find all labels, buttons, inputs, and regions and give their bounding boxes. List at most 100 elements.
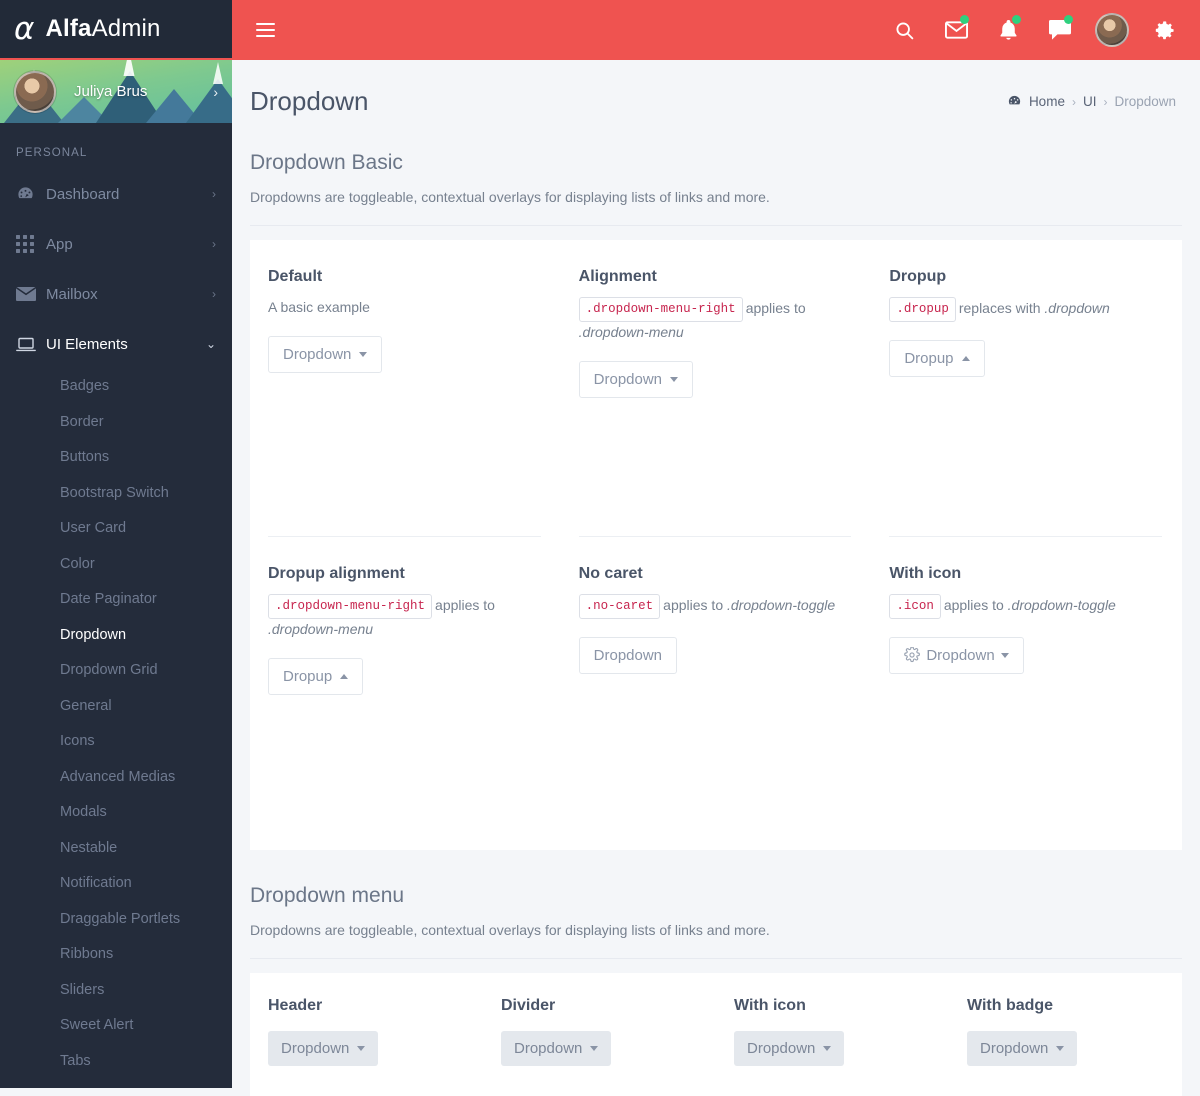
dropdown-basic-card: Default A basic example Dropdown Alignme…	[250, 240, 1182, 850]
alpha-logo-icon: α	[14, 14, 34, 45]
brand-logo[interactable]: α AlfaAdmin	[0, 0, 232, 60]
sidebar-item-dropdown[interactable]: Dropdown	[0, 618, 232, 654]
sidebar-item-bootstrap-switch[interactable]: Bootstrap Switch	[0, 476, 232, 512]
button-label: Dropdown	[926, 647, 994, 664]
sidebar-item-app[interactable]: App ›	[0, 219, 232, 269]
brand-name: AlfaAdmin	[45, 15, 160, 43]
bell-icon[interactable]	[982, 0, 1034, 60]
search-icon[interactable]	[878, 0, 930, 60]
button-label: Dropup	[283, 668, 332, 685]
example-alignment: Alignment .dropdown-menu-rightapplies to…	[561, 240, 872, 398]
dashboard-icon	[16, 185, 46, 204]
breadcrumb-current: Dropdown	[1114, 94, 1176, 109]
dropdown-toggle-no-caret[interactable]: Dropdown	[579, 637, 677, 674]
example-title: With icon	[889, 565, 1162, 583]
status-badge	[1012, 15, 1021, 24]
section-title-menu: Dropdown menu	[232, 850, 1200, 908]
sidebar-item-advanced-medias[interactable]: Advanced Medias	[0, 760, 232, 796]
sidebar-item-buttons[interactable]: Buttons	[0, 440, 232, 476]
breadcrumb-home[interactable]: Home	[1029, 94, 1065, 109]
caret-down-icon	[1056, 1046, 1064, 1051]
sidebar: α AlfaAdmin Juliya Brus › PERSONAL Dashb…	[0, 0, 232, 1088]
basic-row-1: Default A basic example Dropdown Alignme…	[250, 240, 1182, 398]
sidebar-item-ui-elements[interactable]: UI Elements ⌄	[0, 319, 232, 369]
breadcrumb-separator: ›	[1103, 95, 1107, 109]
status-badge	[1064, 15, 1073, 24]
sidebar-item-label: Mailbox	[46, 286, 212, 303]
example-desc-after: .dropdown	[1044, 300, 1109, 316]
avatar[interactable]	[1095, 13, 1129, 47]
example-desc-after: .dropdown-menu	[268, 621, 373, 637]
example-desc-after: .dropdown-menu	[579, 324, 684, 340]
profile-name: Juliya Brus	[74, 83, 147, 100]
example-desc-before: applies to	[944, 597, 1008, 613]
dropdown-toggle-default[interactable]: Dropdown	[268, 336, 382, 373]
example-title: Header	[268, 997, 483, 1015]
sidebar-item-mailbox[interactable]: Mailbox ›	[0, 269, 232, 319]
example-description: A basic example	[268, 297, 541, 318]
example-title: No caret	[579, 565, 852, 583]
button-label: Dropdown	[514, 1040, 582, 1057]
hamburger-icon[interactable]	[256, 19, 275, 40]
sidebar-item-icons[interactable]: Icons	[0, 724, 232, 760]
example-title: Divider	[501, 997, 716, 1015]
sidebar-item-dropdown-grid[interactable]: Dropdown Grid	[0, 653, 232, 689]
button-label: Dropdown	[281, 1040, 349, 1057]
caret-down-icon	[590, 1046, 598, 1051]
grid-apps-icon	[16, 235, 46, 253]
sidebar-item-sweet-alert[interactable]: Sweet Alert	[0, 1008, 232, 1044]
example-with-icon: With icon .iconapplies to .dropdown-togg…	[871, 537, 1182, 695]
section-description-basic: Dropdowns are toggleable, contextual ove…	[232, 175, 1200, 205]
sidebar-item-border[interactable]: Border	[0, 405, 232, 441]
dropdown-toggle-alignment[interactable]: Dropdown	[579, 361, 693, 398]
dropdown-toggle-with-icon[interactable]: Dropdown	[889, 637, 1023, 674]
dropdown-toggle-with-badge[interactable]: Dropdown	[967, 1031, 1077, 1066]
example-default: Default A basic example Dropdown	[250, 240, 561, 398]
sidebar-item-general[interactable]: General	[0, 689, 232, 725]
example-title: With badge	[967, 997, 1182, 1015]
example-desc-after: .dropdown-toggle	[1008, 597, 1116, 613]
envelope-icon[interactable]	[930, 0, 982, 60]
caret-up-icon	[340, 674, 348, 679]
sidebar-item-user-card[interactable]: User Card	[0, 511, 232, 547]
chat-icon[interactable]	[1034, 0, 1086, 60]
caret-up-icon	[962, 356, 970, 361]
sidebar-item-sliders[interactable]: Sliders	[0, 973, 232, 1009]
dropdown-toggle-with-icon-menu[interactable]: Dropdown	[734, 1031, 844, 1066]
button-label: Dropup	[904, 350, 953, 367]
example-header: Header Dropdown	[250, 997, 483, 1066]
caret-down-icon	[359, 352, 367, 357]
dropup-toggle[interactable]: Dropup	[889, 340, 984, 377]
sidebar-item-notification[interactable]: Notification	[0, 866, 232, 902]
sidebar-item-date-paginator[interactable]: Date Paginator	[0, 582, 232, 618]
breadcrumb-ui[interactable]: UI	[1083, 94, 1097, 109]
example-desc-text: A basic example	[268, 299, 370, 315]
caret-down-icon	[670, 377, 678, 382]
dropup-alignment-toggle[interactable]: Dropup	[268, 658, 363, 695]
sidebar-item-label: UI Elements	[46, 336, 206, 353]
section-title-basic: Dropdown Basic	[232, 117, 1200, 175]
sidebar-item-tabs[interactable]: Tabs	[0, 1044, 232, 1080]
menu-row: Header Dropdown Divider Dropdown With ic…	[250, 973, 1182, 1096]
breadcrumb: Home › UI › Dropdown	[1007, 94, 1176, 109]
basic-row-2: Dropup alignment .dropdown-menu-rightapp…	[250, 537, 1182, 695]
dropdown-toggle-divider[interactable]: Dropdown	[501, 1031, 611, 1066]
sidebar-item-color[interactable]: Color	[0, 547, 232, 583]
dropdown-toggle-header[interactable]: Dropdown	[268, 1031, 378, 1066]
chevron-right-icon: ›	[212, 287, 216, 301]
sidebar-item-modals[interactable]: Modals	[0, 795, 232, 831]
example-dropup: Dropup .dropupreplaces with .dropdown Dr…	[871, 240, 1182, 398]
button-label: Dropdown	[594, 371, 662, 388]
sidebar-item-ribbons[interactable]: Ribbons	[0, 937, 232, 973]
sidebar-item-dashboard[interactable]: Dashboard ›	[0, 169, 232, 219]
sidebar-profile[interactable]: Juliya Brus ›	[0, 60, 232, 123]
divider	[250, 225, 1182, 226]
example-menu-with-icon: With icon Dropdown	[716, 997, 949, 1066]
sidebar-item-badges[interactable]: Badges	[0, 369, 232, 405]
gear-icon[interactable]	[1138, 0, 1190, 60]
button-label: Dropdown	[283, 346, 351, 363]
sidebar-item-draggable-portlets[interactable]: Draggable Portlets	[0, 902, 232, 938]
sidebar-item-nestable[interactable]: Nestable	[0, 831, 232, 867]
section-description-menu: Dropdowns are toggleable, contextual ove…	[232, 908, 1200, 938]
example-title: Dropup	[889, 268, 1162, 286]
